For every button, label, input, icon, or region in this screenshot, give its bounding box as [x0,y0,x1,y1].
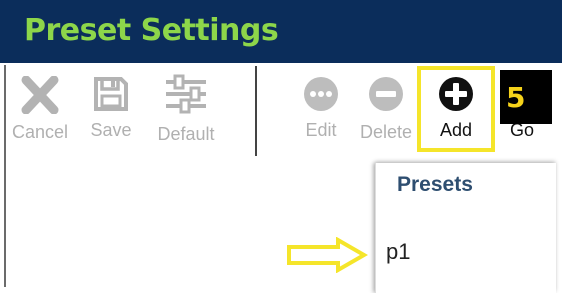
title-bar: Preset Settings [0,0,562,63]
default-label: Default [157,124,215,144]
delete-label: Delete [359,122,413,142]
delete-button[interactable]: Delete [354,74,418,148]
minus-circle-icon [369,77,403,111]
edit-label: Edit [305,120,337,140]
cancel-button[interactable]: Cancel [4,74,76,148]
close-icon [21,76,59,114]
preset-item-p1[interactable]: p1 [386,239,410,265]
toolbar-divider [255,66,257,156]
add-button-highlight [417,66,495,152]
step-badge: 5 [500,70,552,124]
sliders-icon [166,74,206,114]
presets-panel: Presets p1 [375,163,556,293]
more-dots-icon [304,77,338,111]
floppy-disk-icon [94,77,128,111]
edit-button[interactable]: Edit [294,74,348,148]
pointer-arrow-icon [287,237,368,273]
cancel-label: Cancel [11,122,69,142]
save-button[interactable]: Save [84,74,138,148]
presets-title: Presets [397,173,473,196]
save-label: Save [90,120,132,140]
window-title: Preset Settings [24,13,279,48]
default-button[interactable]: Default [146,74,226,148]
